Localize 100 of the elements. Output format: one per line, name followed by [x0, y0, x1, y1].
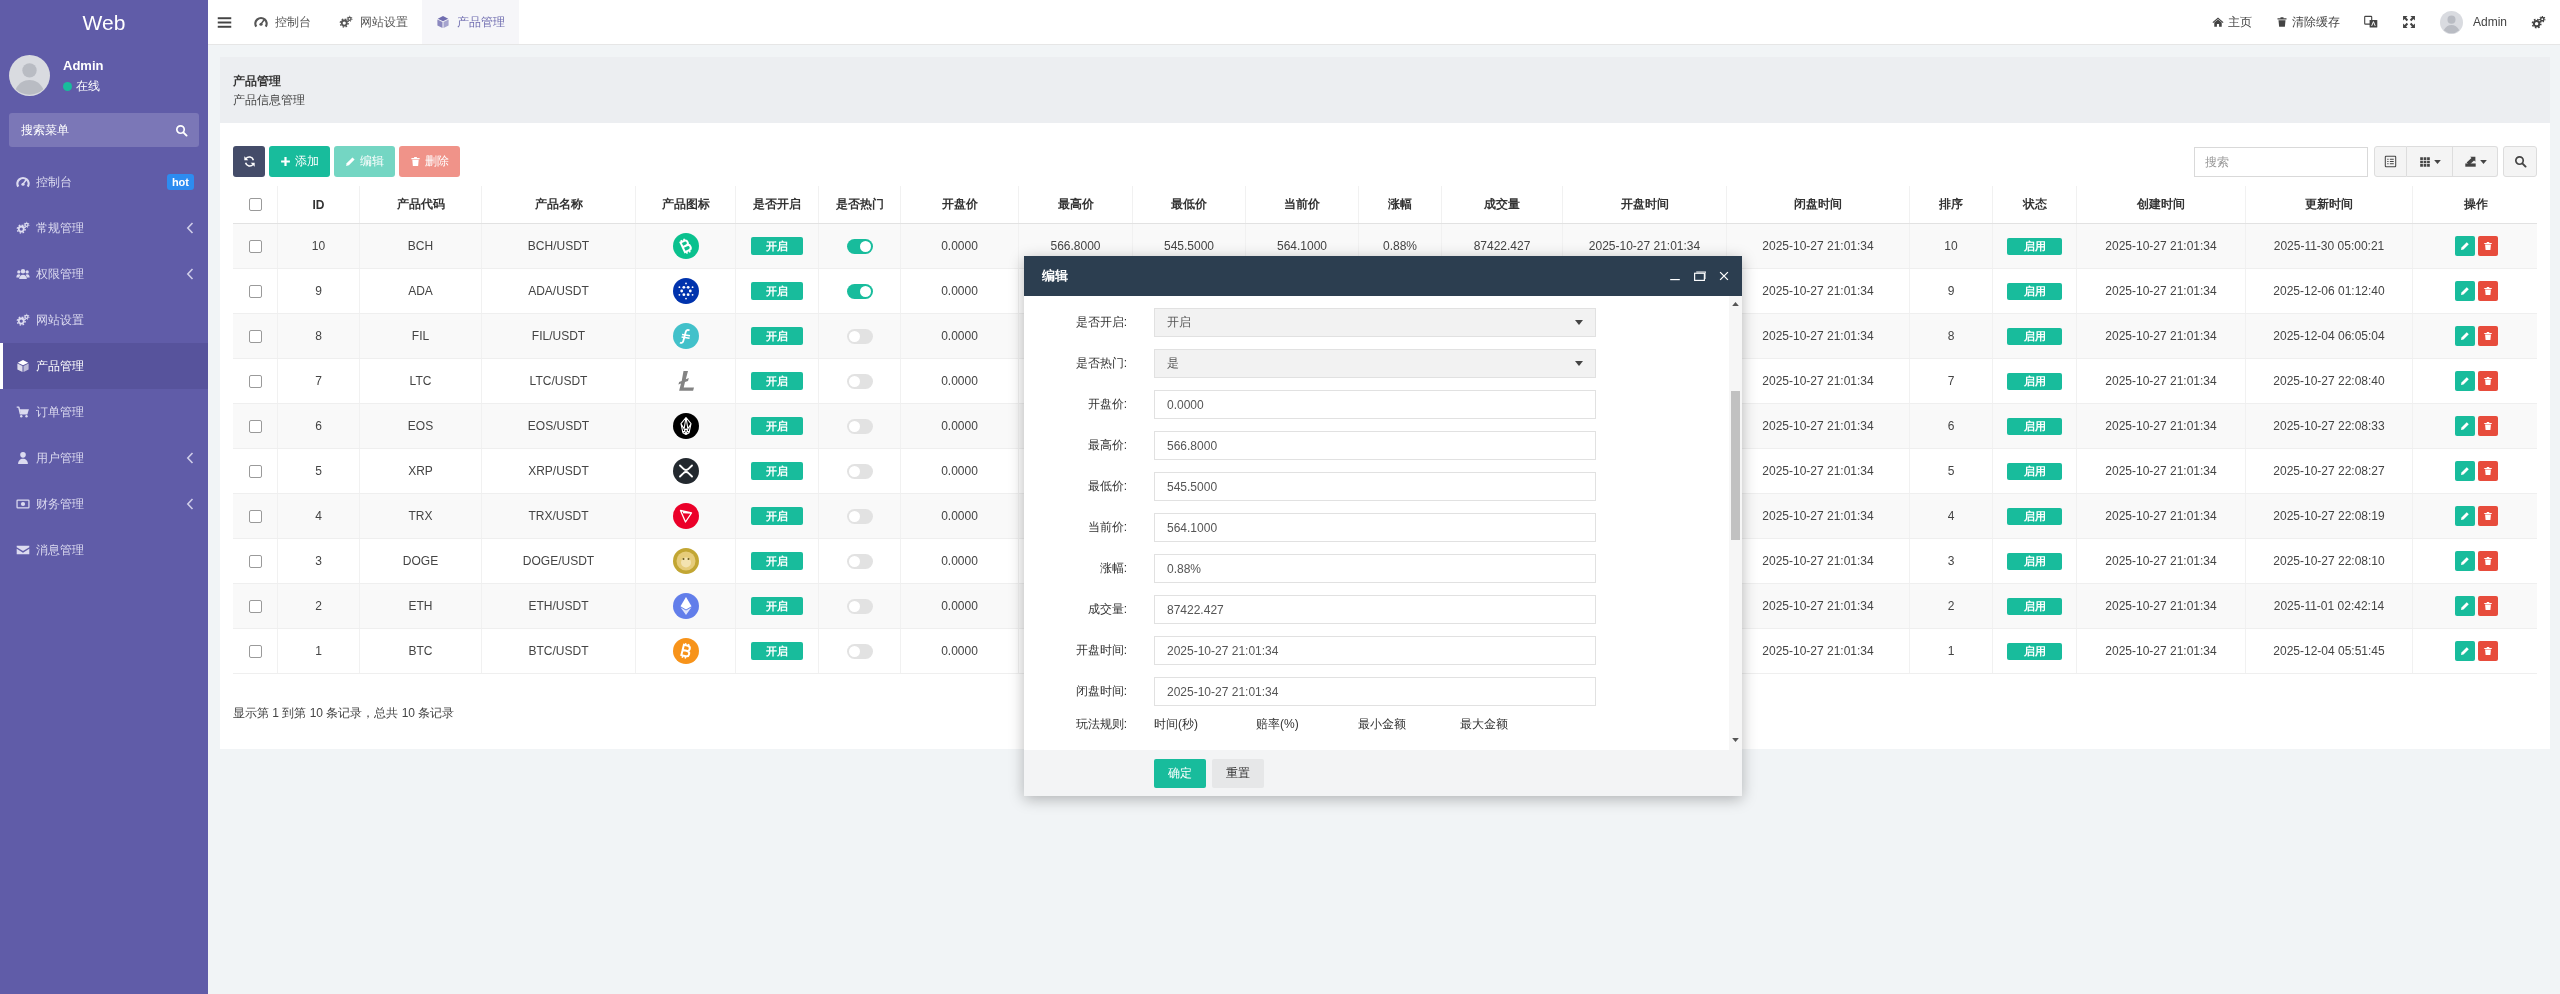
delete-button[interactable] — [2477, 236, 2498, 256]
delete-button[interactable] — [2477, 326, 2498, 346]
nav-tab[interactable]: 控制台 — [240, 0, 325, 44]
toggle-switch[interactable] — [846, 418, 873, 434]
edit-button[interactable] — [2454, 371, 2475, 391]
search-field[interactable]: 搜索 — [2194, 146, 2368, 177]
row-checkbox[interactable] — [248, 644, 262, 658]
sidebar-item[interactable]: 产品管理 — [0, 343, 208, 389]
edit-button[interactable] — [2454, 236, 2475, 256]
translate-icon[interactable] — [2364, 15, 2378, 29]
delete-button[interactable] — [2477, 506, 2498, 526]
trash-icon — [2276, 16, 2288, 28]
delete-button[interactable] — [2477, 641, 2498, 661]
sidebar-item[interactable]: 用户管理 — [0, 435, 208, 481]
table-cell: 2025-10-27 21:01:34 — [1762, 464, 1874, 478]
row-checkbox[interactable] — [248, 509, 262, 523]
input-field[interactable]: 0.0000 — [1154, 390, 1596, 419]
scrollbar-thumb[interactable] — [1731, 391, 1740, 540]
sidebar-item[interactable]: 财务管理 — [0, 481, 208, 527]
input-field[interactable]: 0.88% — [1154, 554, 1596, 583]
table-cell: BCH/USDT — [527, 239, 590, 253]
enabled-tag: 开启 — [751, 552, 803, 570]
plus-icon — [280, 156, 291, 167]
toggle-switch[interactable] — [846, 643, 873, 659]
fullscreen-icon[interactable] — [2402, 15, 2416, 29]
row-checkbox[interactable] — [248, 419, 262, 433]
pencil-icon — [345, 156, 356, 167]
export-button[interactable] — [2453, 146, 2498, 177]
gears-icon — [16, 313, 30, 327]
select-field[interactable]: 开启 — [1154, 308, 1596, 337]
edit-button[interactable] — [2454, 461, 2475, 481]
maximize-icon[interactable] — [1693, 269, 1706, 283]
delete-button[interactable] — [2477, 596, 2498, 616]
input-field[interactable]: 87422.427 — [1154, 595, 1596, 624]
row-checkbox[interactable] — [248, 464, 262, 478]
row-checkbox[interactable] — [248, 284, 262, 298]
input-field[interactable]: 564.1000 — [1154, 513, 1596, 542]
sidebar-item[interactable]: 常规管理 — [0, 205, 208, 251]
sidebar-item[interactable]: 订单管理 — [0, 389, 208, 435]
edit-button[interactable] — [2454, 281, 2475, 301]
row-checkbox[interactable] — [248, 329, 262, 343]
row-checkbox[interactable] — [248, 599, 262, 613]
reset-button[interactable]: 重置 — [1212, 758, 1264, 788]
toggle-switch[interactable] — [846, 553, 873, 569]
edit-button[interactable] — [2454, 506, 2475, 526]
edit-button[interactable] — [2454, 551, 2475, 571]
menu-search-field[interactable]: 搜索菜单 — [9, 113, 199, 147]
clear-cache-link[interactable]: 清除缓存 — [2276, 13, 2340, 31]
nav-tab[interactable]: 网站设置 — [325, 0, 422, 44]
table-cell: XRP/USDT — [528, 464, 589, 478]
edit-button[interactable] — [2454, 596, 2475, 616]
delete-button[interactable] — [2477, 551, 2498, 571]
row-checkbox[interactable] — [248, 239, 262, 253]
home-link[interactable]: 主页 — [2212, 13, 2252, 31]
table-view-button[interactable] — [2374, 146, 2407, 177]
table-cell: 2025-10-27 21:01:34 — [1762, 509, 1874, 523]
close-icon[interactable] — [1718, 270, 1730, 282]
caret-down-icon[interactable] — [1732, 738, 1739, 742]
table-cell: 2025-11-01 02:42:14 — [2273, 599, 2385, 613]
columns-button[interactable] — [2407, 146, 2453, 177]
user-menu[interactable]: Admin — [2440, 10, 2507, 34]
status-tag: 启用 — [2007, 327, 2062, 345]
toggle-switch[interactable] — [846, 463, 873, 479]
input-field[interactable]: 566.8000 — [1154, 431, 1596, 460]
table-cell: 2 — [315, 599, 322, 613]
edit-button[interactable] — [2454, 641, 2475, 661]
sidebar-item[interactable]: 网站设置 — [0, 297, 208, 343]
select-field[interactable]: 是 — [1154, 349, 1596, 378]
menu-icon[interactable] — [216, 14, 232, 30]
table-cell: BCH — [407, 239, 434, 253]
edit-button[interactable] — [2454, 416, 2475, 436]
app-logo[interactable]: Web — [82, 10, 126, 35]
select-all-checkbox[interactable] — [248, 198, 262, 211]
edit-button[interactable] — [2454, 326, 2475, 346]
input-field[interactable]: 2025-10-27 21:01:34 — [1154, 636, 1596, 665]
row-checkbox[interactable] — [248, 374, 262, 388]
nav-tab[interactable]: 产品管理 — [422, 0, 519, 44]
caret-up-icon[interactable] — [1732, 302, 1739, 306]
toggle-switch[interactable] — [846, 238, 873, 254]
sidebar-item[interactable]: 消息管理 — [0, 527, 208, 573]
table-cell: 2025-10-27 21:01:34 — [1762, 284, 1874, 298]
sidebar-item[interactable]: 权限管理 — [0, 251, 208, 297]
refresh-button[interactable] — [233, 146, 265, 177]
toggle-switch[interactable] — [846, 508, 873, 524]
delete-button[interactable] — [2477, 416, 2498, 436]
toggle-switch[interactable] — [846, 328, 873, 344]
trash-icon — [2482, 511, 2493, 521]
row-checkbox[interactable] — [248, 554, 262, 568]
search-button[interactable] — [2503, 146, 2537, 177]
sidebar-item[interactable]: 控制台 hot — [0, 159, 208, 205]
settings-icon[interactable] — [2531, 14, 2546, 30]
toggle-switch[interactable] — [846, 598, 873, 614]
toggle-switch[interactable] — [846, 283, 873, 299]
input-field[interactable]: 545.5000 — [1154, 472, 1596, 501]
delete-button[interactable] — [2477, 371, 2498, 391]
scrollbar[interactable] — [1729, 296, 1742, 750]
toggle-switch[interactable] — [846, 373, 873, 389]
delete-button[interactable] — [2477, 281, 2498, 301]
input-field[interactable]: 2025-10-27 21:01:34 — [1154, 677, 1596, 706]
delete-button[interactable] — [2477, 461, 2498, 481]
